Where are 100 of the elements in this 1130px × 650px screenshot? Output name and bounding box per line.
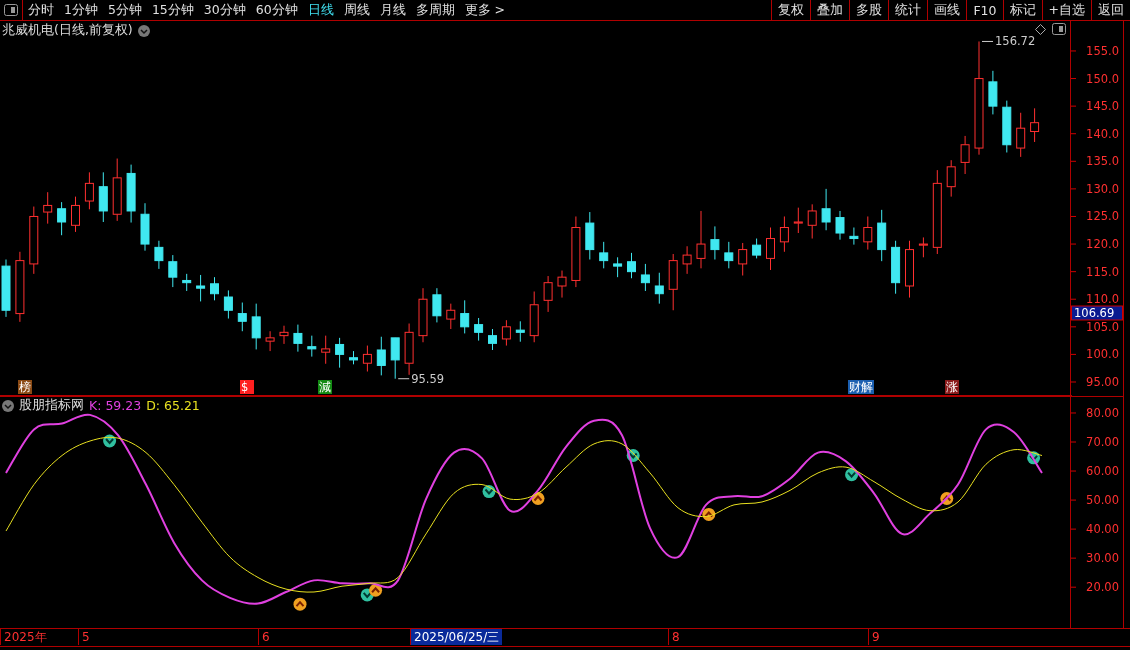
d-reading: : 65.21 <box>155 398 200 413</box>
candlestick <box>849 227 859 246</box>
axis-label: 155.0 <box>1086 43 1119 58</box>
candlestick <box>863 215 873 251</box>
candlestick <box>251 303 261 350</box>
candlestick <box>724 241 734 269</box>
period-tab[interactable]: 日线 <box>302 0 339 20</box>
candlestick <box>84 171 94 210</box>
period-tab[interactable]: 更多 > <box>459 0 511 20</box>
candlestick <box>1016 112 1026 158</box>
candlestick <box>446 303 456 330</box>
period-tab[interactable]: 多周期 <box>410 0 460 20</box>
candlestick <box>71 196 80 233</box>
candlestick <box>807 203 817 240</box>
toolbar-button[interactable]: 复权 <box>771 0 811 20</box>
candlestick <box>654 272 664 305</box>
candlestick <box>321 335 331 365</box>
current-price-tag: 106.69 <box>1071 305 1123 321</box>
axis-label: 150.0 <box>1086 71 1119 86</box>
candlestick <box>627 252 636 279</box>
candlestick <box>196 274 206 302</box>
axis-label: 140.0 <box>1086 126 1119 141</box>
candlestick <box>682 245 692 275</box>
axis-label: 80.00 <box>1086 405 1119 420</box>
axis-label: 130.0 <box>1086 181 1119 196</box>
candlestick <box>557 270 567 299</box>
period-tab[interactable]: 5分钟 <box>102 0 147 20</box>
candlestick <box>362 345 372 372</box>
candlestick <box>223 289 233 320</box>
candlestick <box>265 330 275 352</box>
candlestick <box>390 337 400 380</box>
k-reading: : 59.23 <box>97 398 142 413</box>
toolbar-button[interactable]: 画线 <box>927 0 967 20</box>
candlestick <box>738 242 748 277</box>
candlestick <box>613 256 623 278</box>
axis-label: 60.00 <box>1086 464 1119 479</box>
candlestick <box>779 215 789 253</box>
candlestick <box>432 287 442 323</box>
candlestick <box>1030 107 1040 143</box>
event-tag[interactable]: 減 <box>318 380 332 394</box>
axis-label: 115.0 <box>1086 264 1119 279</box>
candlestick <box>599 241 609 269</box>
toolbar-button[interactable]: 叠加 <box>810 0 850 20</box>
candlestick <box>307 335 317 358</box>
candlestick <box>293 324 303 353</box>
candlestick <box>501 319 511 347</box>
candlestick <box>766 227 775 271</box>
event-tag[interactable]: 涨 <box>945 380 959 394</box>
candlestick <box>710 225 720 261</box>
toolbar-button[interactable]: 统计 <box>888 0 928 20</box>
candlestick <box>543 275 553 313</box>
period-tab[interactable]: 月线 <box>374 0 411 20</box>
axis-label: 70.00 <box>1086 435 1119 449</box>
candlestick <box>960 135 970 175</box>
candlestick <box>210 276 219 301</box>
toolbar-button[interactable]: 多股 <box>849 0 889 20</box>
low-price-label: 95.59 <box>397 371 445 386</box>
axis-label: 20.00 <box>1086 580 1119 595</box>
candlestick <box>154 240 164 270</box>
axis-label: 50.00 <box>1086 493 1119 508</box>
period-tab[interactable]: 1分钟 <box>59 0 103 20</box>
period-tab[interactable]: 30分钟 <box>198 0 251 20</box>
legend-label: D <box>146 398 156 413</box>
event-tag[interactable]: $ <box>240 380 254 394</box>
candlestick <box>488 328 497 351</box>
date-axis-label: 2025年 <box>0 629 50 645</box>
toolbar-button[interactable]: 标记 <box>1002 0 1042 20</box>
candlestick <box>460 299 470 334</box>
candlestick <box>43 191 53 225</box>
axis-label: 105.0 <box>1086 319 1119 334</box>
date-axis-label: 5 <box>78 629 93 645</box>
date-axis-label: 2025/06/25/三 <box>410 629 503 645</box>
toolbar-button[interactable]: +自选 <box>1041 0 1091 20</box>
axis-label: 145.0 <box>1086 99 1119 114</box>
candlestick <box>515 320 525 343</box>
candlestick <box>918 236 928 258</box>
candlestick <box>946 159 956 198</box>
candlestick <box>376 336 386 376</box>
candlestick <box>752 238 762 259</box>
candlestick <box>474 317 484 342</box>
indicator-name: 股朋指标网 <box>19 397 84 414</box>
period-tab[interactable]: 分时 <box>23 0 59 20</box>
event-tag[interactable]: 财解 <box>848 380 874 394</box>
period-tab[interactable]: 15分钟 <box>146 0 199 20</box>
candlestick <box>821 188 831 231</box>
candlestick <box>335 337 345 369</box>
date-axis-label: 9 <box>868 629 883 645</box>
date-axis-label: 8 <box>668 629 683 645</box>
date-axis-label: 6 <box>258 629 273 645</box>
toolbar-button[interactable]: F10 <box>966 0 1003 20</box>
axis-label: 40.00 <box>1086 522 1119 537</box>
axis-label: 125.0 <box>1086 209 1119 224</box>
period-tab[interactable]: 60分钟 <box>250 0 303 20</box>
candlestick <box>793 207 803 234</box>
toolbar-button[interactable]: 返回 <box>1091 0 1130 20</box>
period-tab[interactable]: 周线 <box>338 0 375 20</box>
event-tag[interactable]: 榜 <box>18 380 32 394</box>
candlestick <box>279 325 289 345</box>
candlestick <box>237 302 247 332</box>
candlestick <box>835 210 845 241</box>
